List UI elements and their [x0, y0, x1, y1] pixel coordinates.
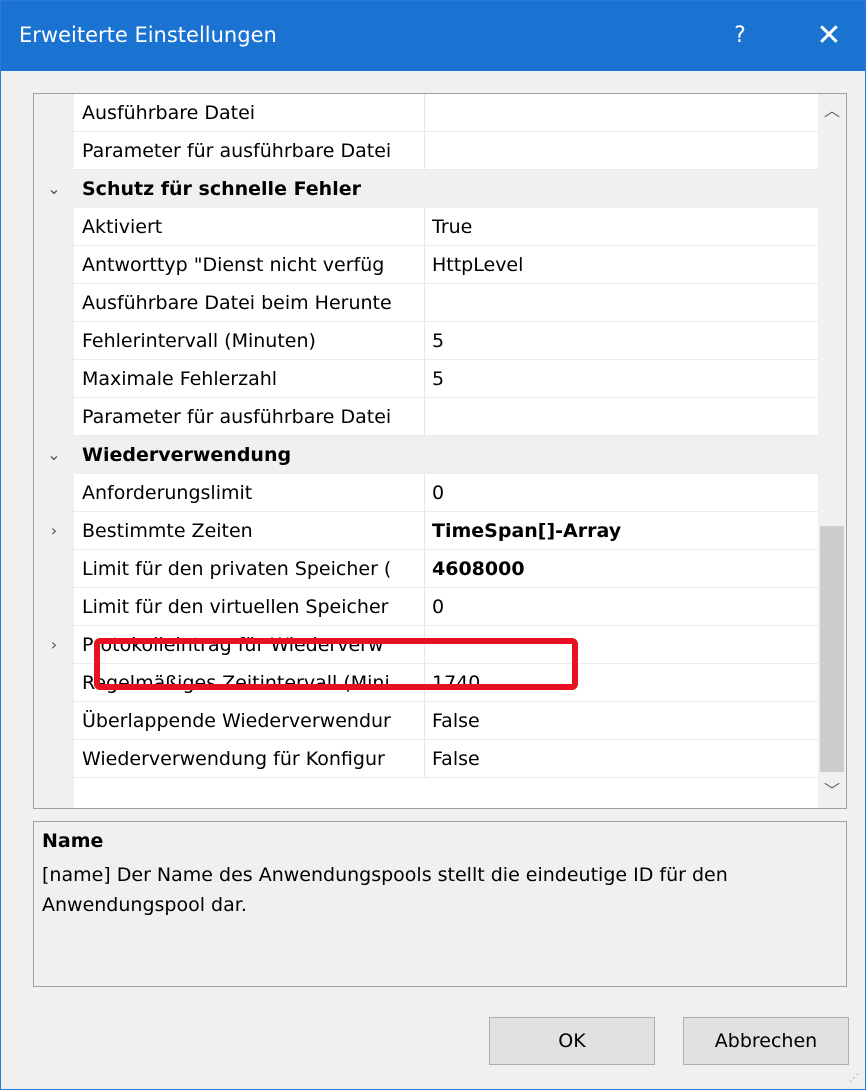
property-name: Ausführbare Datei: [82, 102, 256, 124]
property-name: Maximale Fehlerzahl: [82, 368, 278, 390]
property-value[interactable]: True: [432, 208, 812, 246]
chevron-right-icon[interactable]: ›: [34, 512, 74, 550]
property-row[interactable]: Fehlerintervall (Minuten) 5: [34, 322, 820, 360]
property-value[interactable]: HttpLevel: [432, 246, 812, 284]
description-text: [name] Der Name des Anwendungspools stel…: [42, 864, 728, 916]
property-row[interactable]: Überlappende Wiederverwendur False: [34, 702, 820, 740]
category-row[interactable]: ⌄ Wiederverwendung: [34, 436, 820, 474]
row-gutter: [34, 132, 74, 170]
row-gutter: [34, 702, 74, 740]
cancel-button[interactable]: Abbrechen: [683, 1017, 849, 1065]
property-name: Fehlerintervall (Minuten): [82, 330, 316, 352]
property-row[interactable]: Aktiviert True: [34, 208, 820, 246]
chevron-down-icon[interactable]: ⌄: [34, 436, 74, 474]
property-value[interactable]: False: [432, 702, 812, 740]
column-divider[interactable]: [424, 702, 425, 740]
property-value[interactable]: [432, 284, 812, 322]
property-value[interactable]: 4608000: [432, 550, 812, 588]
row-gutter: [34, 208, 74, 246]
chevron-down-icon[interactable]: ⌄: [34, 170, 74, 208]
row-gutter: [34, 322, 74, 360]
column-divider[interactable]: [424, 360, 425, 398]
property-value[interactable]: [432, 94, 812, 132]
property-name: Parameter für ausführbare Datei: [82, 406, 392, 428]
row-gutter: [34, 398, 74, 436]
category-row[interactable]: ⌄ Schutz für schnelle Fehler: [34, 170, 820, 208]
property-value[interactable]: 5: [432, 360, 812, 398]
column-divider[interactable]: [424, 740, 425, 778]
property-value[interactable]: [432, 132, 812, 170]
row-gutter: [34, 360, 74, 398]
close-button[interactable]: ✕: [801, 1, 857, 71]
property-row[interactable]: Antworttyp "Dienst nicht verfüg HttpLevel: [34, 246, 820, 284]
property-name: Anforderungslimit: [82, 482, 253, 504]
property-row[interactable]: Limit für den virtuellen Speicher 0: [34, 588, 820, 626]
vertical-scrollbar[interactable]: ︿ ﹀: [818, 94, 846, 808]
property-name: Antworttyp "Dienst nicht verfüg: [82, 254, 385, 276]
category-label: Wiederverwendung: [82, 444, 292, 466]
property-row[interactable]: › Bestimmte Zeiten TimeSpan[]-Array: [34, 512, 820, 550]
property-row[interactable]: Wiederverwendung für Konfigur False: [34, 740, 820, 778]
window-title: Erweiterte Einstellungen: [19, 23, 277, 47]
highlight-box: [94, 638, 578, 690]
category-label: Schutz für schnelle Fehler: [82, 178, 361, 200]
column-divider[interactable]: [424, 512, 425, 550]
column-divider[interactable]: [424, 588, 425, 626]
row-gutter: [34, 246, 74, 284]
resize-grip-icon[interactable]: ⋰: [849, 1073, 861, 1085]
property-row[interactable]: Anforderungslimit 0: [34, 474, 820, 512]
row-gutter: [34, 284, 74, 322]
advanced-settings-dialog: Erweiterte Einstellungen ? ✕ Ausführbare…: [0, 0, 866, 1090]
scrollbar-thumb[interactable]: [820, 526, 844, 772]
help-button[interactable]: ?: [715, 1, 765, 71]
column-divider[interactable]: [424, 284, 425, 322]
description-heading: Name: [42, 830, 104, 852]
property-name: Überlappende Wiederverwendur: [82, 710, 391, 732]
property-name: Wiederverwendung für Konfigur: [82, 748, 385, 770]
column-divider[interactable]: [424, 550, 425, 588]
column-divider[interactable]: [424, 246, 425, 284]
row-gutter: [34, 94, 74, 132]
column-divider[interactable]: [424, 132, 425, 170]
row-gutter: [34, 550, 74, 588]
ok-button[interactable]: OK: [489, 1017, 655, 1065]
property-row[interactable]: Ausführbare Datei: [34, 94, 820, 132]
row-gutter: [34, 474, 74, 512]
property-value[interactable]: False: [432, 740, 812, 778]
column-divider[interactable]: [424, 208, 425, 246]
description-panel: Name [name] Der Name des Anwendungspools…: [33, 821, 847, 987]
property-value[interactable]: 0: [432, 588, 812, 626]
title-bar[interactable]: Erweiterte Einstellungen ? ✕: [1, 1, 865, 71]
property-value[interactable]: 5: [432, 322, 812, 360]
property-row[interactable]: Ausführbare Datei beim Herunte: [34, 284, 820, 322]
property-row[interactable]: Parameter für ausführbare Datei: [34, 132, 820, 170]
property-name: Aktiviert: [82, 216, 163, 238]
property-row[interactable]: Limit für den privaten Speicher ( 4608000: [34, 550, 820, 588]
property-name: Parameter für ausführbare Datei: [82, 140, 392, 162]
column-divider[interactable]: [424, 474, 425, 512]
property-value[interactable]: [432, 398, 812, 436]
property-value[interactable]: 0: [432, 474, 812, 512]
property-row[interactable]: Maximale Fehlerzahl 5: [34, 360, 820, 398]
column-divider[interactable]: [424, 94, 425, 132]
row-gutter: [34, 664, 74, 702]
chevron-right-icon[interactable]: ›: [34, 626, 74, 664]
chevron-up-icon[interactable]: ︿: [818, 96, 846, 126]
row-gutter: [34, 740, 74, 778]
column-divider[interactable]: [424, 322, 425, 360]
row-gutter: [34, 588, 74, 626]
property-value[interactable]: TimeSpan[]-Array: [432, 512, 812, 550]
property-name: Limit für den virtuellen Speicher: [82, 596, 389, 618]
chevron-down-icon[interactable]: ﹀: [818, 776, 846, 806]
property-name: Ausführbare Datei beim Herunte: [82, 292, 392, 314]
property-name: Bestimmte Zeiten: [82, 520, 253, 542]
property-row[interactable]: Parameter für ausführbare Datei: [34, 398, 820, 436]
column-divider[interactable]: [424, 398, 425, 436]
property-name: Limit für den privaten Speicher (: [82, 558, 392, 580]
property-grid[interactable]: Ausführbare Datei Parameter für ausführba…: [33, 93, 847, 809]
